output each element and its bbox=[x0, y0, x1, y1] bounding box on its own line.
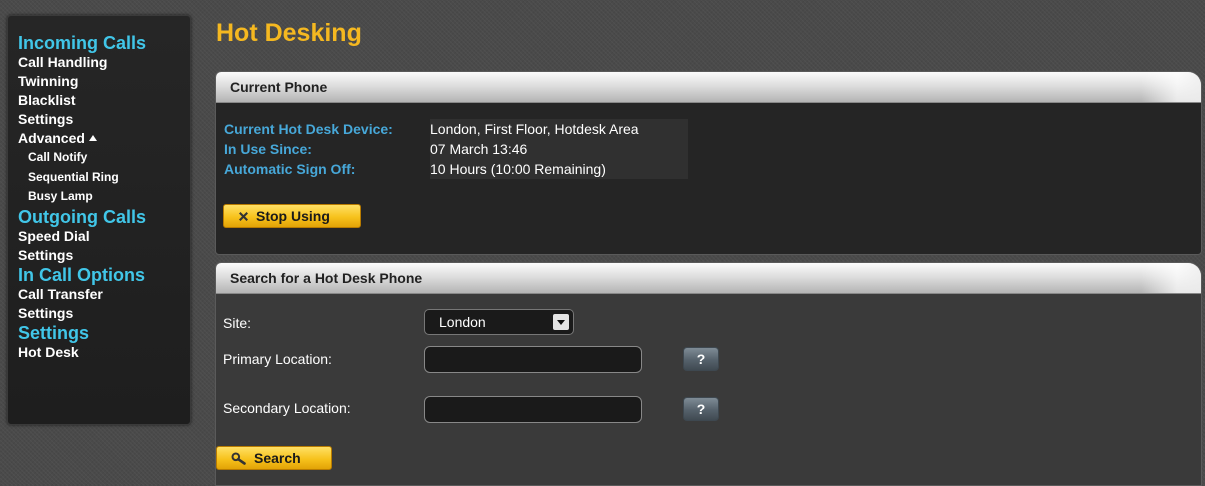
sidebar-item-incoming-settings[interactable]: Settings bbox=[18, 110, 146, 129]
sidebar-item-in-call-settings[interactable]: Settings bbox=[18, 304, 146, 323]
primary-location-label: Primary Location: bbox=[223, 351, 332, 367]
panel-title-current-phone: Current Phone bbox=[230, 79, 328, 95]
sidebar-item-advanced[interactable]: Advanced bbox=[18, 129, 146, 148]
info-label-in-use-since: In Use Since: bbox=[224, 141, 312, 157]
info-value-device: London, First Floor, Hotdesk Area bbox=[430, 119, 688, 139]
search-button[interactable]: Search bbox=[216, 446, 332, 470]
sidebar-item-call-transfer[interactable]: Call Transfer bbox=[18, 285, 146, 304]
sidebar: Incoming Calls Call Handling Twinning Bl… bbox=[7, 15, 191, 425]
magnifier-icon bbox=[231, 452, 246, 465]
site-select[interactable]: London bbox=[424, 309, 574, 335]
current-phone-panel: Current Phone Current Hot Desk Device: Lo… bbox=[215, 71, 1202, 255]
primary-location-help-button[interactable]: ? bbox=[683, 347, 719, 371]
stop-using-button[interactable]: Stop Using bbox=[223, 204, 361, 228]
info-label-device: Current Hot Desk Device: bbox=[224, 121, 393, 137]
info-label-auto-sign-off: Automatic Sign Off: bbox=[224, 161, 356, 177]
sidebar-item-speed-dial[interactable]: Speed Dial bbox=[18, 227, 146, 246]
sidebar-item-outgoing-settings[interactable]: Settings bbox=[18, 246, 146, 265]
info-row-auto-sign-off: Automatic Sign Off: 10 Hours (10:00 Remai… bbox=[224, 159, 688, 179]
nav-heading-in-call-options[interactable]: In Call Options bbox=[18, 265, 146, 285]
nav-heading-settings[interactable]: Settings bbox=[18, 323, 146, 343]
sidebar-item-advanced-label: Advanced bbox=[18, 130, 85, 146]
sidebar-item-twinning[interactable]: Twinning bbox=[18, 72, 146, 91]
info-row-device: Current Hot Desk Device: London, First Fl… bbox=[224, 119, 688, 139]
info-value-in-use-since: 07 March 13:46 bbox=[430, 139, 688, 159]
site-select-value: London bbox=[439, 314, 486, 330]
sidebar-nav-list: Incoming Calls Call Handling Twinning Bl… bbox=[18, 33, 146, 362]
secondary-location-help-button[interactable]: ? bbox=[683, 397, 719, 421]
chevron-down-icon[interactable] bbox=[553, 314, 569, 330]
close-x-icon bbox=[239, 211, 248, 221]
nav-heading-incoming-calls[interactable]: Incoming Calls bbox=[18, 33, 146, 53]
sidebar-item-call-notify[interactable]: Call Notify bbox=[18, 148, 146, 168]
info-value-auto-sign-off: 10 Hours (10:00 Remaining) bbox=[430, 159, 688, 179]
search-hot-desk-panel: Search for a Hot Desk Phone Site: London… bbox=[215, 262, 1202, 486]
panel-title-search: Search for a Hot Desk Phone bbox=[230, 270, 423, 286]
panel-header: Search for a Hot Desk Phone bbox=[216, 263, 1201, 294]
nav-heading-outgoing-calls[interactable]: Outgoing Calls bbox=[18, 207, 146, 227]
stop-using-label: Stop Using bbox=[256, 208, 330, 224]
panel-header: Current Phone bbox=[216, 72, 1201, 103]
sidebar-item-call-handling[interactable]: Call Handling bbox=[18, 53, 146, 72]
page-title: Hot Desking bbox=[216, 19, 362, 47]
info-row-in-use-since: In Use Since: 07 March 13:46 bbox=[224, 139, 688, 159]
site-label: Site: bbox=[223, 315, 252, 331]
secondary-location-input[interactable] bbox=[424, 396, 642, 423]
secondary-location-label: Secondary Location: bbox=[223, 400, 351, 416]
primary-location-input[interactable] bbox=[424, 346, 642, 373]
sidebar-item-sequential-ring[interactable]: Sequential Ring bbox=[18, 168, 146, 188]
search-button-label: Search bbox=[254, 450, 301, 466]
caret-up-icon[interactable] bbox=[88, 135, 97, 141]
sidebar-item-blacklist[interactable]: Blacklist bbox=[18, 91, 146, 110]
sidebar-item-hot-desk[interactable]: Hot Desk bbox=[18, 343, 146, 362]
sidebar-item-busy-lamp[interactable]: Busy Lamp bbox=[18, 187, 146, 207]
current-phone-details: Current Hot Desk Device: London, First Fl… bbox=[224, 119, 688, 179]
